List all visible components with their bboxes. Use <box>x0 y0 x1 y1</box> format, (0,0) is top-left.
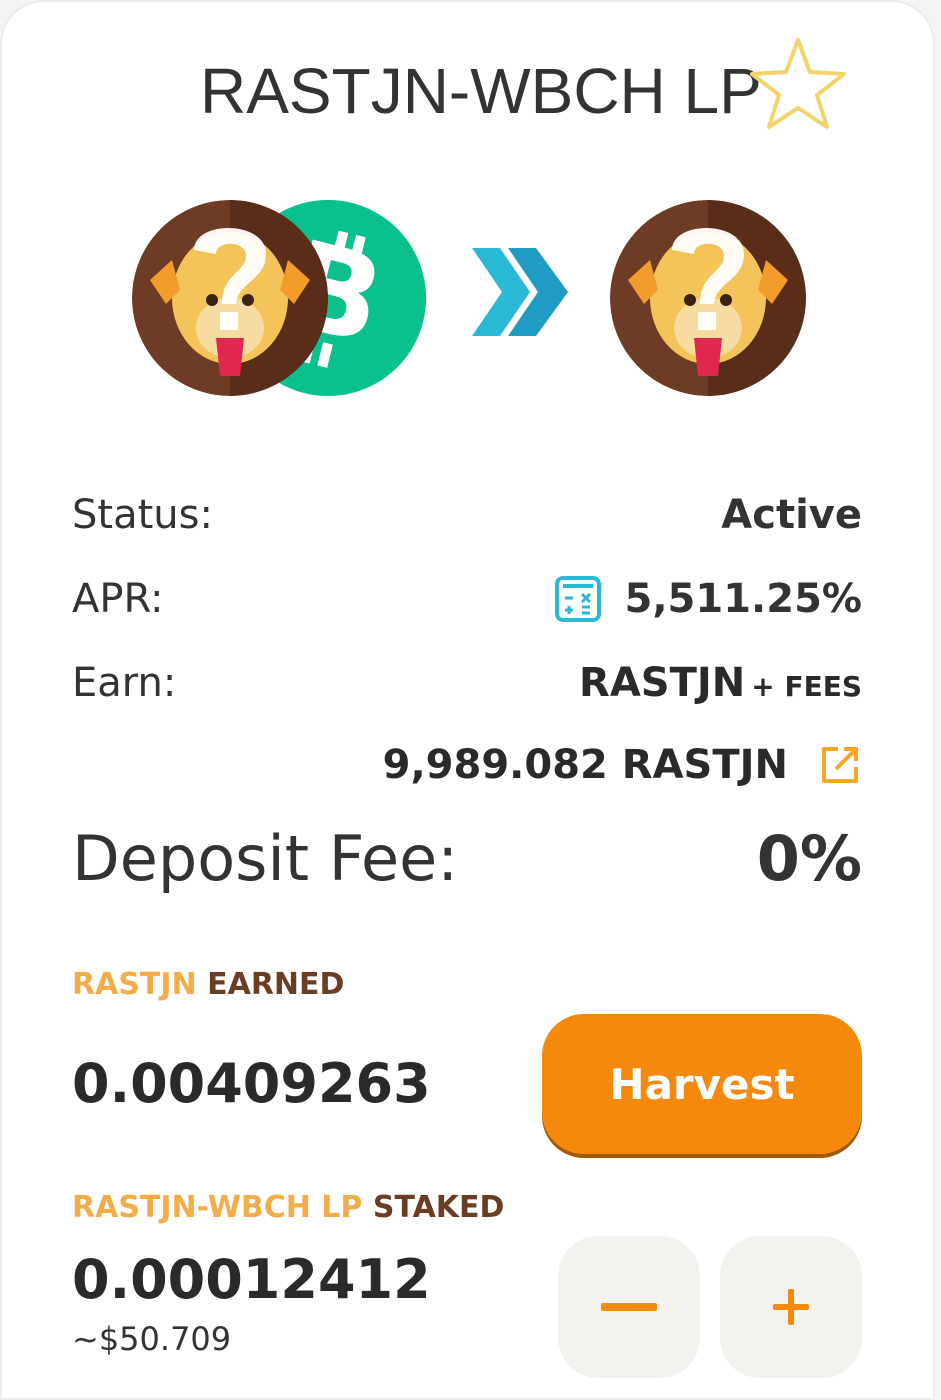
staked-value: 0.00012412 <box>72 1248 431 1311</box>
reward-amount: 9,989.082 RASTJN <box>382 742 788 788</box>
unstake-button[interactable] <box>558 1236 700 1378</box>
earned-section-label: RASTJN EARNED <box>72 967 344 1002</box>
harvest-button[interactable]: Harvest <box>542 1014 862 1154</box>
earned-token-label: RASTJN <box>72 967 197 1002</box>
staked-token-label: RASTJN-WBCH LP <box>72 1190 363 1225</box>
stake-button[interactable] <box>720 1236 862 1378</box>
farm-header: RASTJN-WBCH LP <box>2 38 937 142</box>
earn-row: Earn: RASTJN + FEES <box>72 660 862 720</box>
staked-usd-value: ~$50.709 <box>72 1320 232 1358</box>
apr-value: 5,511.25% <box>624 576 862 622</box>
deposit-fee-value: 0% <box>756 822 862 895</box>
staked-word-label: STAKED <box>372 1190 505 1225</box>
earn-fees: + FEES <box>751 670 862 703</box>
external-link-icon[interactable] <box>818 743 862 787</box>
farm-card: RASTJN-WBCH LP B Status: Active APR: 5,5… <box>0 0 935 1400</box>
staked-section-label: RASTJN-WBCH LP STAKED <box>72 1190 504 1225</box>
minus-icon <box>601 1303 657 1311</box>
reward-amount-group: 9,989.082 RASTJN <box>383 742 862 788</box>
double-chevron-right-icon <box>472 248 568 336</box>
rastjn-token-icon <box>132 200 328 396</box>
farm-title: RASTJN-WBCH LP <box>200 55 762 127</box>
rastjn-target-token-icon <box>610 200 806 396</box>
apr-row: APR: 5,511.25% <box>72 576 862 636</box>
calculator-icon[interactable] <box>554 576 601 622</box>
status-label: Status: <box>72 492 213 538</box>
plus-icon <box>773 1289 809 1325</box>
deposit-fee-label: Deposit Fee: <box>72 822 459 895</box>
reward-amount-row: 9,989.082 RASTJN <box>72 742 862 802</box>
apr-value-group: 5,511.25% <box>554 576 862 622</box>
status-value: Active <box>721 492 862 538</box>
earned-value: 0.00409263 <box>72 1052 431 1115</box>
apr-label: APR: <box>72 576 164 622</box>
earn-value-group: RASTJN + FEES <box>579 660 862 706</box>
star-outline-icon[interactable] <box>746 34 850 132</box>
deposit-fee-row: Deposit Fee: 0% <box>72 822 862 902</box>
token-pair-graphic: B <box>2 192 937 402</box>
status-row: Status: Active <box>72 492 862 552</box>
earned-word-label: EARNED <box>207 967 345 1002</box>
earn-label: Earn: <box>72 660 177 706</box>
earn-token: RASTJN <box>579 660 746 706</box>
